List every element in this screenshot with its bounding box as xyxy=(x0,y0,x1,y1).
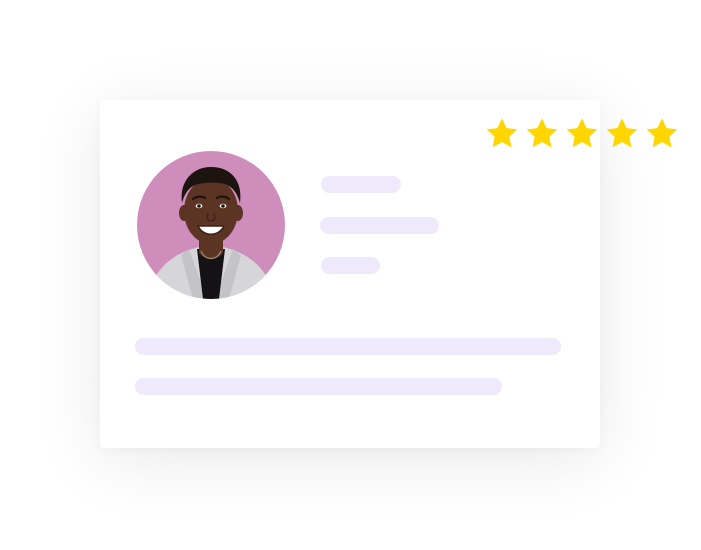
avatar-pupil-left xyxy=(197,204,201,208)
star-icon xyxy=(486,118,518,148)
title-placeholder-bar xyxy=(320,217,439,234)
star-icon xyxy=(646,118,678,148)
star-icon xyxy=(526,118,558,148)
avatar-illustration xyxy=(137,151,285,299)
star-icon xyxy=(606,118,638,148)
meta-placeholder-bar xyxy=(321,257,380,274)
profile-card xyxy=(100,100,600,448)
star-rating xyxy=(484,116,680,152)
person-avatar-icon xyxy=(137,151,285,299)
text-line-placeholder-bar xyxy=(135,338,561,355)
text-line-placeholder-bar xyxy=(135,378,502,395)
name-placeholder-bar xyxy=(321,176,401,193)
avatar-pupil-right xyxy=(221,204,225,208)
star-icon xyxy=(566,118,598,148)
